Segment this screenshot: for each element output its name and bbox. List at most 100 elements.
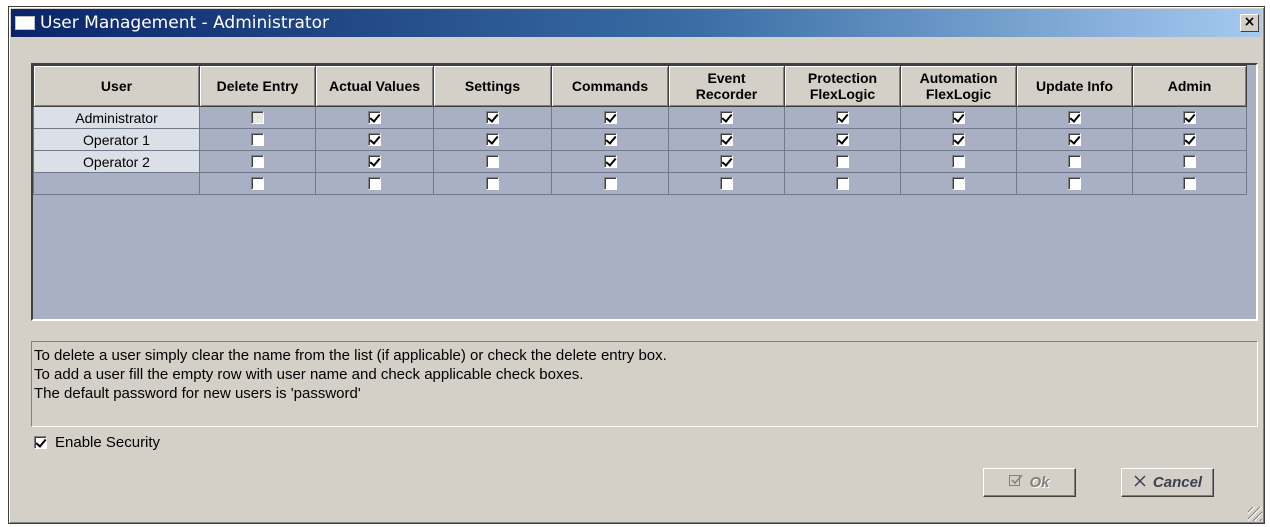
permission-checkbox[interactable]	[720, 132, 733, 146]
permission-cell	[668, 128, 785, 151]
permission-cell	[1132, 128, 1247, 151]
permission-checkbox[interactable]	[720, 110, 733, 124]
permission-cell	[551, 106, 669, 129]
permission-checkbox[interactable]	[952, 176, 965, 190]
permission-checkbox[interactable]	[368, 110, 381, 124]
user-name-cell[interactable]: Operator 1	[33, 128, 200, 151]
permission-cell	[315, 128, 434, 151]
permission-cell	[433, 150, 552, 173]
permission-cell	[1016, 128, 1133, 151]
permission-checkbox[interactable]	[1068, 154, 1081, 168]
instruction-line: To delete a user simply clear the name f…	[34, 347, 667, 364]
user-management-dialog: User Management - Administrator × User De…	[8, 6, 1265, 524]
permission-cell	[1016, 150, 1133, 173]
permission-cell	[668, 150, 785, 173]
column-header[interactable]: Delete Entry	[199, 65, 316, 107]
user-name-cell[interactable]: Administrator	[33, 106, 200, 129]
column-header[interactable]: Protection FlexLogic	[784, 65, 901, 107]
permission-cell	[551, 150, 669, 173]
permission-cell	[784, 150, 901, 173]
permission-checkbox[interactable]	[720, 154, 733, 168]
enable-security-checkbox[interactable]	[34, 436, 47, 449]
close-button[interactable]: ×	[1240, 14, 1259, 32]
column-header[interactable]: Automation FlexLogic	[900, 65, 1017, 107]
permission-checkbox[interactable]	[952, 132, 965, 146]
permission-checkbox[interactable]	[720, 176, 733, 190]
window-icon	[15, 16, 35, 30]
permission-checkbox[interactable]	[486, 154, 499, 168]
permission-cell	[668, 106, 785, 129]
permission-cell	[551, 172, 669, 195]
permission-checkbox[interactable]	[603, 154, 617, 168]
user-name-cell[interactable]: Operator 2	[33, 150, 200, 173]
permission-checkbox[interactable]	[836, 154, 849, 168]
table-row: Operator 2	[33, 150, 1247, 173]
instruction-line: To add a user fill the empty row with us…	[34, 366, 584, 383]
column-header[interactable]: Event Recorder	[668, 65, 785, 107]
column-header[interactable]: Update Info	[1016, 65, 1133, 107]
cancel-button[interactable]: Cancel	[1121, 468, 1214, 497]
permission-checkbox[interactable]	[368, 132, 381, 146]
permission-cell	[900, 106, 1017, 129]
permission-checkbox[interactable]	[251, 154, 264, 168]
column-header[interactable]: Admin	[1132, 65, 1247, 107]
permission-checkbox[interactable]	[836, 132, 849, 146]
permission-checkbox[interactable]	[1183, 110, 1196, 124]
permission-checkbox[interactable]	[486, 110, 499, 124]
user-permissions-grid: User Delete Entry Actual Values Settings Com…	[31, 63, 1258, 321]
instructions-box: To delete a user simply clear the name f…	[31, 341, 1258, 427]
permission-checkbox[interactable]	[368, 176, 381, 190]
permission-checkbox[interactable]	[836, 176, 849, 190]
permission-checkbox[interactable]	[1183, 132, 1196, 146]
column-header[interactable]: Actual Values	[315, 65, 434, 107]
permission-checkbox[interactable]	[836, 110, 849, 124]
window-title: User Management - Administrator	[40, 13, 329, 33]
table-row: Operator 1	[33, 128, 1247, 151]
permission-checkbox[interactable]	[1183, 154, 1196, 168]
permission-checkbox[interactable]	[952, 110, 965, 124]
column-header[interactable]: Commands	[551, 65, 669, 107]
permission-checkbox[interactable]	[1068, 110, 1081, 124]
permission-checkbox[interactable]	[486, 176, 499, 190]
permission-checkbox[interactable]	[251, 176, 264, 190]
column-header[interactable]: Settings	[433, 65, 552, 107]
permission-cell	[784, 128, 901, 151]
permissions-table: User Delete Entry Actual Values Settings Com…	[33, 65, 1247, 195]
permission-cell	[315, 172, 434, 195]
permission-cell	[900, 172, 1017, 195]
permission-cell	[784, 106, 901, 129]
permission-checkbox[interactable]	[1068, 176, 1081, 190]
permission-checkbox[interactable]	[603, 176, 617, 190]
permission-checkbox[interactable]	[1068, 132, 1081, 146]
ok-button[interactable]: Ok	[983, 468, 1076, 497]
resize-grip[interactable]	[1248, 507, 1262, 521]
permission-cell	[1132, 172, 1247, 195]
permission-cell	[668, 172, 785, 195]
permission-cell	[199, 128, 316, 151]
enable-security-option[interactable]: Enable Security	[34, 434, 160, 451]
permission-checkbox[interactable]	[486, 132, 499, 146]
permission-cell	[433, 128, 552, 151]
table-row: Administrator	[33, 106, 1247, 129]
title-bar[interactable]: User Management - Administrator ×	[11, 9, 1262, 37]
permission-cell	[199, 172, 316, 195]
permission-checkbox[interactable]	[603, 110, 617, 124]
user-name-cell[interactable]	[33, 172, 200, 195]
permission-cell	[433, 172, 552, 195]
x-icon	[1133, 474, 1147, 492]
permission-checkbox[interactable]	[368, 154, 381, 168]
permission-cell	[315, 150, 434, 173]
permission-checkbox[interactable]	[603, 132, 617, 146]
permission-cell	[1132, 150, 1247, 173]
permission-cell	[199, 150, 316, 173]
permission-cell	[1016, 106, 1133, 129]
permission-cell	[900, 150, 1017, 173]
permission-checkbox[interactable]	[251, 110, 264, 124]
permission-checkbox[interactable]	[251, 132, 264, 146]
permission-checkbox[interactable]	[1183, 176, 1196, 190]
enable-security-label: Enable Security	[55, 434, 161, 451]
permission-cell	[315, 106, 434, 129]
column-header[interactable]: User	[33, 65, 200, 107]
checkbox-icon	[1009, 474, 1024, 491]
permission-checkbox[interactable]	[952, 154, 965, 168]
